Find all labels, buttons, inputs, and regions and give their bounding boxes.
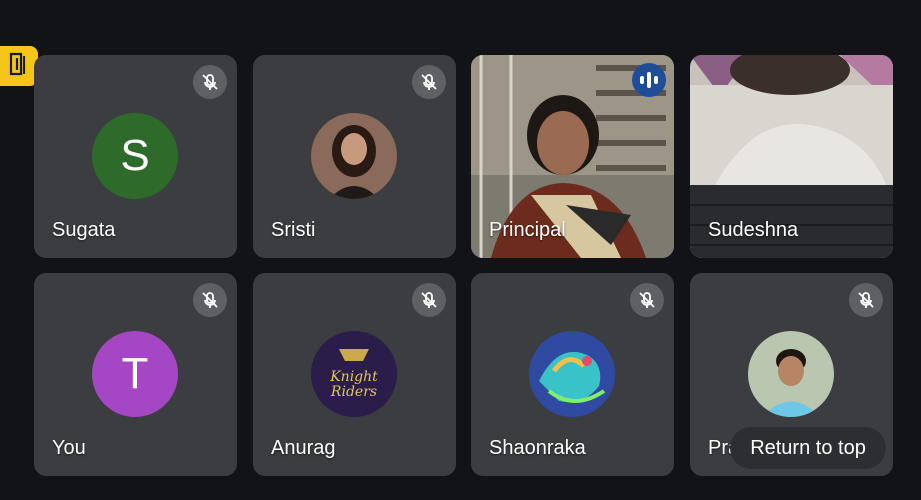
participant-tile-anurag[interactable]: Knight Riders Anurag	[253, 273, 456, 476]
participant-tile-principal[interactable]: Principal	[471, 55, 674, 258]
avatar: T	[92, 331, 178, 417]
participant-name: Sudeshna	[708, 219, 799, 241]
mic-off-icon	[193, 65, 227, 99]
logo-text: Riders	[330, 384, 377, 400]
avatar	[529, 331, 615, 417]
avatar: S	[92, 113, 178, 199]
participant-name: Sristi	[271, 219, 316, 241]
avatar: Knight Riders	[311, 331, 397, 417]
mic-off-icon	[412, 283, 446, 317]
participant-tile-sudeshna[interactable]: Sudeshna	[690, 55, 893, 258]
participant-name: Shaonraka	[489, 437, 586, 459]
participant-tile-sugata[interactable]: S Sugata	[34, 55, 237, 258]
participant-tile-sristi[interactable]: Sristi	[253, 55, 456, 258]
mic-off-icon	[193, 283, 227, 317]
mic-off-icon	[412, 65, 446, 99]
participant-name: Principal	[489, 219, 566, 241]
mic-off-icon	[630, 283, 664, 317]
exit-door-icon	[8, 52, 30, 81]
mic-off-icon	[849, 283, 883, 317]
logo-text: Knight	[329, 369, 378, 385]
participant-name: Sugata	[52, 219, 116, 241]
participant-name: You	[52, 437, 86, 459]
avatar	[311, 113, 397, 199]
return-to-top-button[interactable]: Return to top	[730, 427, 886, 469]
participant-tile-you[interactable]: T You	[34, 273, 237, 476]
audio-level-icon	[632, 63, 666, 97]
exit-button[interactable]	[0, 46, 38, 86]
participant-tile-shaonraka[interactable]: Shaonraka	[471, 273, 674, 476]
avatar	[748, 331, 834, 417]
participant-name: Anurag	[271, 437, 336, 459]
